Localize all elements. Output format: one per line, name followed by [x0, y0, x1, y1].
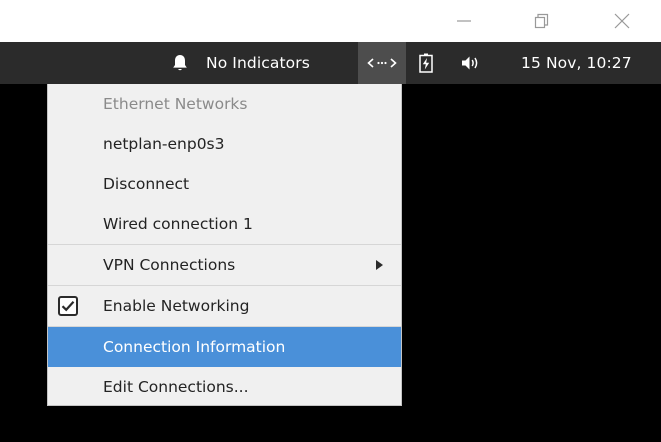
menu-item-edit-connections[interactable]: Edit Connections...	[48, 367, 401, 407]
menu-item-wired-connection-1[interactable]: Wired connection 1	[48, 204, 401, 244]
menu-item-label: Enable Networking	[103, 297, 250, 315]
minimize-icon	[457, 20, 471, 22]
submenu-arrow-icon	[376, 260, 383, 270]
menu-item-vpn-connections[interactable]: VPN Connections	[48, 245, 401, 285]
close-button[interactable]	[595, 0, 649, 42]
window-titlebar	[0, 0, 661, 42]
indicators-label[interactable]: No Indicators	[206, 42, 310, 84]
network-menu: Ethernet Networks netplan-enp0s3 Disconn…	[47, 84, 402, 406]
menu-item-netplan-enp0s3[interactable]: netplan-enp0s3	[48, 124, 401, 164]
minimize-button[interactable]	[437, 0, 491, 42]
battery-indicator[interactable]	[415, 42, 437, 84]
maximize-icon	[534, 13, 549, 29]
bell-icon	[173, 55, 187, 71]
menu-item-label: VPN Connections	[103, 256, 236, 274]
clock[interactable]: 15 Nov, 10:27	[521, 42, 632, 84]
menu-item-disconnect[interactable]: Disconnect	[48, 164, 401, 204]
battery-charging-icon	[419, 53, 433, 73]
menu-item-enable-networking[interactable]: Enable Networking	[48, 286, 401, 326]
volume-indicator[interactable]	[458, 42, 484, 84]
volume-icon	[462, 56, 478, 70]
maximize-button[interactable]	[514, 0, 568, 42]
top-panel: No Indicators 15 Nov, 10:27	[0, 42, 661, 84]
menu-header-ethernet-networks: Ethernet Networks	[103, 95, 248, 113]
checkbox-checked-icon[interactable]	[58, 296, 78, 316]
network-indicator[interactable]	[358, 42, 406, 84]
network-indicator-icon	[367, 58, 397, 68]
close-icon	[614, 13, 630, 29]
notifications-indicator[interactable]	[170, 42, 190, 84]
menu-item-connection-information[interactable]: Connection Information	[48, 327, 401, 367]
